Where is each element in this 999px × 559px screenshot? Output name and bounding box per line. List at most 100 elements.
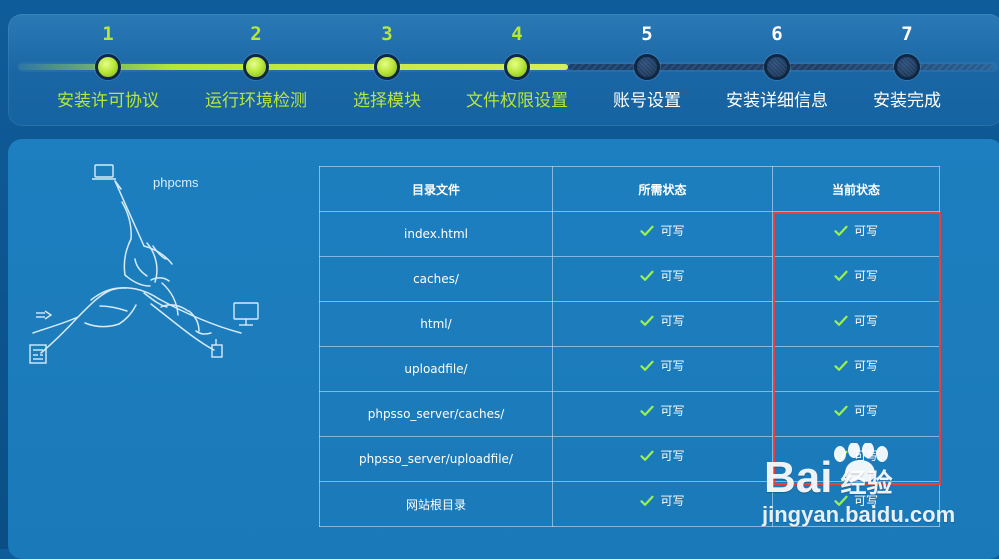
step-4-label: 文件权限设置 [466,91,568,111]
directory-cell: phpsso_server/uploadfile/ [319,436,553,482]
table-row: phpsso_server/uploadfile/ 可写 可写 [319,436,940,482]
step-3-dot-icon [374,54,400,80]
required-status-cell: 可写 [552,256,773,302]
current-status-text: 可写 [853,224,878,239]
step-4-number: 4 [511,23,523,45]
step-1-dot-icon [95,54,121,80]
required-status-text: 可写 [660,494,685,509]
required-status-text: 可写 [660,314,685,329]
current-status: 可写 [834,222,878,239]
required-status: 可写 [640,447,685,464]
step-6-number: 6 [771,23,783,45]
step-3-number: 3 [381,23,393,45]
step-7-number: 7 [901,23,913,45]
illustration-brand-label: phpcms [153,175,199,190]
required-status-text: 可写 [660,404,685,419]
required-status: 可写 [640,492,685,509]
required-status-cell: 可写 [552,301,773,347]
directory-cell: 网站根目录 [319,481,553,527]
check-icon [640,360,655,371]
step-6-dot-icon [764,54,790,80]
check-icon [834,315,848,326]
hands-network-icon [29,164,259,364]
current-status: 可写 [834,267,878,284]
check-icon [640,315,655,326]
check-icon [640,495,655,506]
current-status: 可写 [834,357,878,374]
step-6-label: 安装详细信息 [726,91,828,111]
check-icon [640,270,655,281]
required-status-cell: 可写 [552,346,773,392]
current-status-text: 可写 [853,494,878,509]
check-icon [834,360,848,371]
phpcms-illustration: phpcms [23,157,273,387]
current-status: 可写 [834,312,878,329]
directory-cell: phpsso_server/caches/ [319,391,553,437]
install-steps-panel: 1 安装许可协议 2 运行环境检测 3 选择模块 4 文件权限设置 5 账号设置… [8,14,999,126]
required-status-cell: 可写 [552,211,773,257]
check-icon [640,450,655,461]
step-4-dot-icon [504,54,530,80]
required-status-text: 可写 [660,359,685,374]
check-icon [834,405,848,416]
current-status: 可写 [834,447,878,464]
check-icon [834,270,848,281]
directory-cell: uploadfile/ [319,346,553,392]
step-2-number: 2 [250,23,262,45]
current-status-cell: 可写 [772,211,940,257]
step-6: 6 安装详细信息 [702,14,852,126]
step-2-label: 运行环境检测 [205,91,307,111]
header-directory: 目录文件 [319,166,553,212]
required-status-cell: 可写 [552,436,773,482]
current-status-cell: 可写 [772,301,940,347]
current-status-cell: 可写 [772,436,940,482]
current-status: 可写 [834,492,878,509]
step-7-dot-icon [894,54,920,80]
table-row: 网站根目录 可写 可写 [319,481,940,527]
step-5: 5 账号设置 [572,14,722,126]
step-1: 1 安装许可协议 [33,14,183,126]
table-row: phpsso_server/caches/ 可写 可写 [319,391,940,437]
check-icon [834,450,848,461]
step-5-number: 5 [641,23,653,45]
check-icon [834,495,848,506]
header-current-status: 当前状态 [772,166,940,212]
directory-cell: html/ [319,301,553,347]
required-status-cell: 可写 [552,391,773,437]
current-status-cell: 可写 [772,256,940,302]
required-status: 可写 [640,222,685,239]
directory-cell: index.html [319,211,553,257]
step-3-label: 选择模块 [353,91,421,111]
current-status-text: 可写 [853,269,878,284]
current-status-text: 可写 [853,449,878,464]
current-status-cell: 可写 [772,346,940,392]
step-4: 4 文件权限设置 [442,14,592,126]
current-status: 可写 [834,402,878,419]
required-status: 可写 [640,357,685,374]
check-icon [640,225,655,236]
step-1-label: 安装许可协议 [57,91,159,111]
step-5-label: 账号设置 [613,91,681,111]
check-icon [834,225,848,236]
step-7-label: 安装完成 [873,91,941,111]
table-header-row: 目录文件 所需状态 当前状态 [319,166,940,212]
current-status-text: 可写 [853,314,878,329]
step-7: 7 安装完成 [832,14,982,126]
table-row: html/ 可写 可写 [319,301,940,347]
table-row: caches/ 可写 可写 [319,256,940,302]
required-status: 可写 [640,402,685,419]
header-required-status: 所需状态 [552,166,773,212]
required-status-text: 可写 [660,269,685,284]
current-status-text: 可写 [853,404,878,419]
permission-table: 目录文件 所需状态 当前状态 index.html 可写 可写 caches/ [319,166,940,527]
step-1-number: 1 [102,23,114,45]
required-status-text: 可写 [660,224,685,239]
step-2: 2 运行环境检测 [181,14,331,126]
step-3: 3 选择模块 [312,14,462,126]
step-5-dot-icon [634,54,660,80]
table-row: index.html 可写 可写 [319,211,940,257]
current-status-text: 可写 [853,359,878,374]
required-status-cell: 可写 [552,481,773,527]
check-icon [640,405,655,416]
directory-cell: caches/ [319,256,553,302]
